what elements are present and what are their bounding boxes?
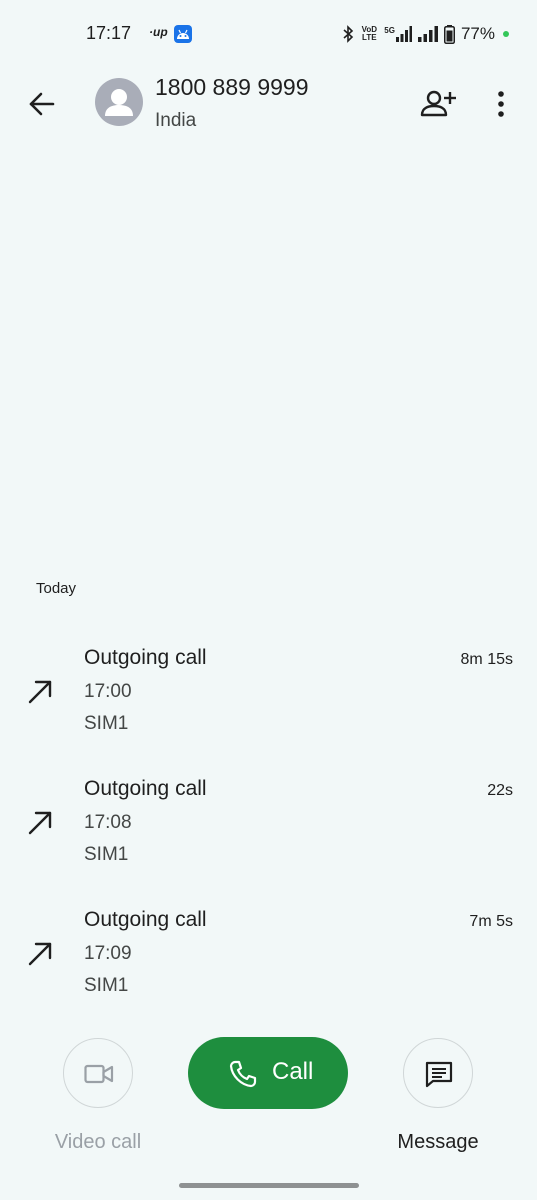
call-button[interactable]: Call xyxy=(188,1037,348,1109)
contact-header: 1800 889 9999 India xyxy=(0,68,537,140)
call-history-row[interactable]: Outgoing call 17:09 SIM1 7m 5s xyxy=(0,908,537,1028)
person-icon xyxy=(105,89,133,116)
gesture-nav-handle[interactable] xyxy=(179,1183,359,1188)
status-bar: 17:17 ·up VoD LTE 5G 77% xyxy=(0,0,537,68)
call-history-row[interactable]: Outgoing call 17:00 SIM1 8m 15s xyxy=(0,646,537,766)
call-type: Outgoing call xyxy=(84,908,207,931)
call-duration: 22s xyxy=(487,782,513,799)
section-header-today: Today xyxy=(36,580,77,597)
battery-icon xyxy=(443,24,455,44)
video-camera-icon xyxy=(84,1064,114,1084)
signal-icon xyxy=(395,26,412,42)
message-label: Message xyxy=(397,1131,479,1153)
signal-5g-group: 5G xyxy=(384,26,412,42)
avatar xyxy=(95,78,143,126)
call-sim: SIM1 xyxy=(84,713,129,734)
status-icons: VoD LTE 5G 77% xyxy=(342,22,509,46)
phone-icon xyxy=(229,1060,257,1088)
add-contact-button[interactable] xyxy=(418,84,458,124)
call-time: 17:09 xyxy=(84,943,132,964)
more-options-button[interactable] xyxy=(484,84,518,124)
privacy-indicator-dot xyxy=(503,31,509,37)
outgoing-call-arrow-icon xyxy=(28,942,52,966)
signal-icon xyxy=(417,26,438,42)
android-app-icon xyxy=(174,25,192,43)
call-type: Outgoing call xyxy=(84,646,207,669)
call-sim: SIM1 xyxy=(84,844,129,865)
message-button[interactable] xyxy=(403,1038,473,1108)
outgoing-call-arrow-icon xyxy=(28,680,52,704)
back-arrow-icon xyxy=(29,92,55,116)
up-app-icon: ·up xyxy=(149,25,168,39)
contact-location: India xyxy=(155,110,197,131)
call-time: 17:00 xyxy=(84,681,132,702)
more-vert-icon xyxy=(498,91,504,117)
call-time: 17:08 xyxy=(84,812,132,833)
call-duration: 7m 5s xyxy=(469,913,513,930)
volte-indicator: VoD LTE xyxy=(361,25,377,42)
call-button-label: Call xyxy=(272,1058,314,1085)
call-type: Outgoing call xyxy=(84,777,207,800)
bluetooth-icon xyxy=(343,25,354,43)
call-sim: SIM1 xyxy=(84,975,129,996)
battery-percent: 77% xyxy=(460,24,495,43)
outgoing-call-arrow-icon xyxy=(28,811,52,835)
contact-number: 1800 889 9999 xyxy=(155,74,309,100)
call-history-row[interactable]: Outgoing call 17:08 SIM1 22s xyxy=(0,777,537,897)
video-call-label: Video call xyxy=(54,1131,142,1153)
action-bar: Call Video call Message xyxy=(0,1036,537,1166)
status-time: 17:17 xyxy=(86,23,132,43)
message-icon xyxy=(425,1061,453,1088)
back-button[interactable] xyxy=(22,84,62,124)
add-person-icon xyxy=(420,90,456,117)
video-call-button[interactable] xyxy=(63,1038,133,1108)
call-duration: 8m 15s xyxy=(460,651,513,668)
network-type-label: 5G xyxy=(384,26,395,35)
